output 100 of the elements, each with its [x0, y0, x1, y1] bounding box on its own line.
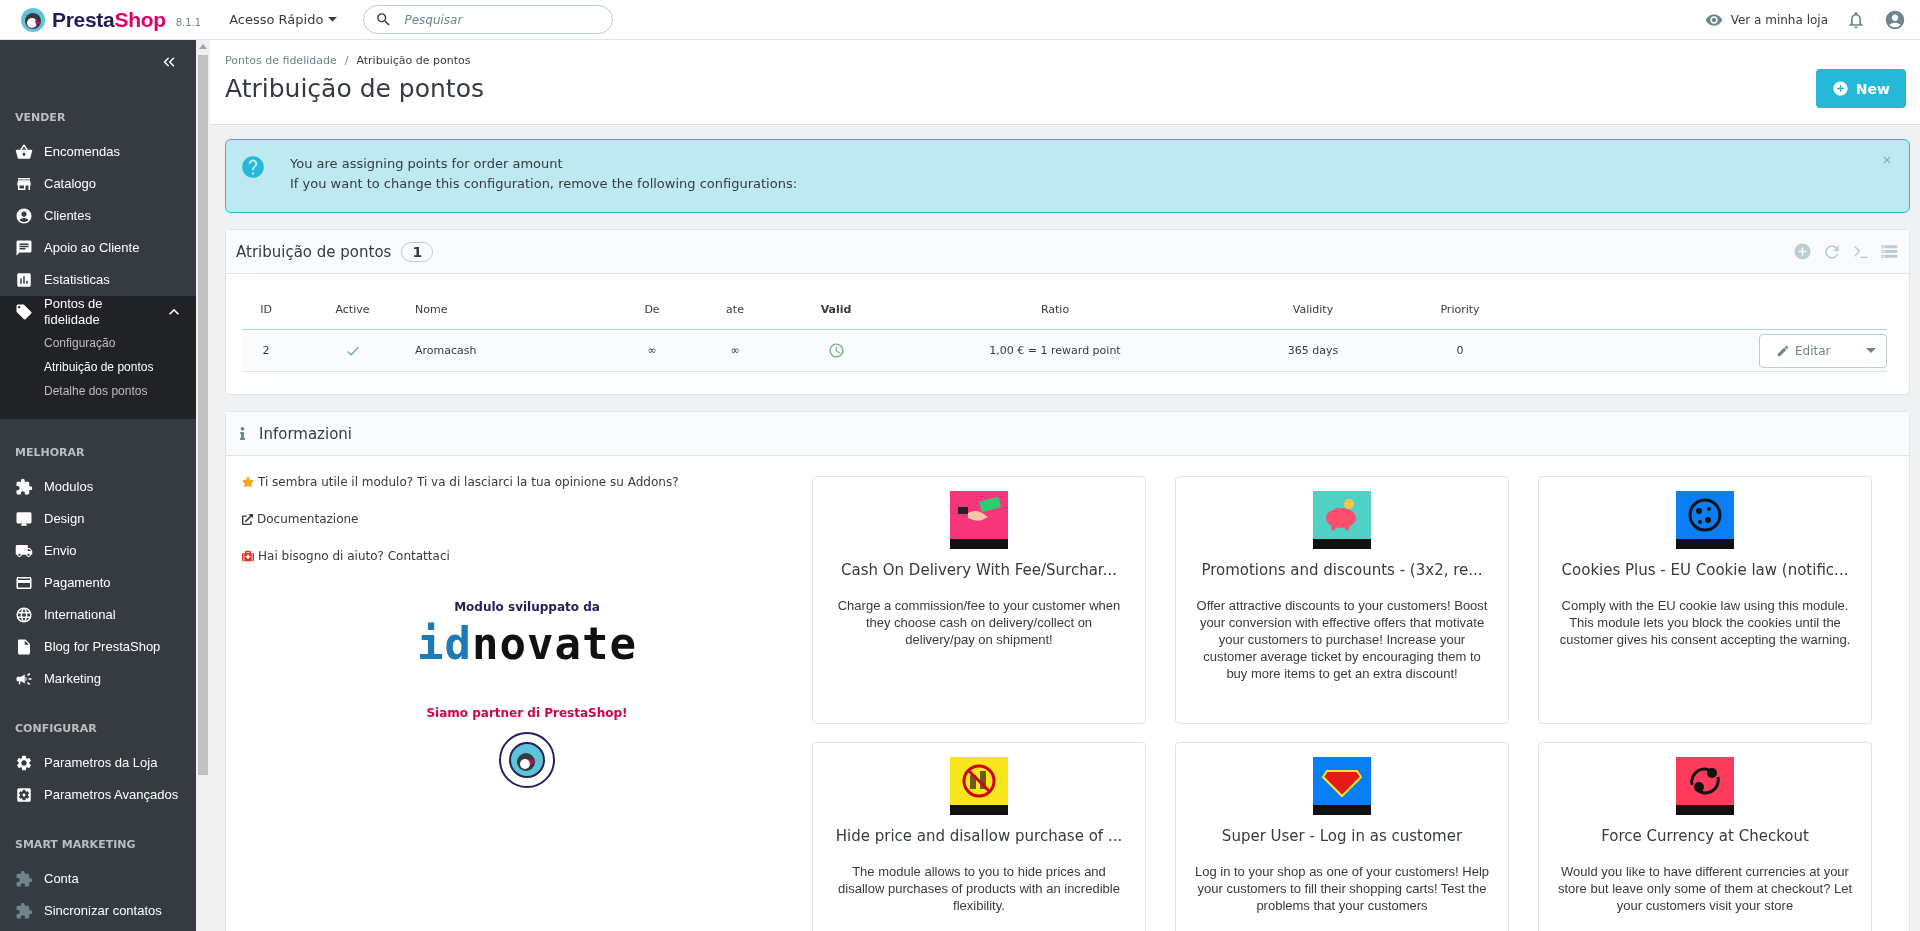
no-coins-icon: [950, 757, 1008, 815]
column-header: Ratio: [1039, 303, 1071, 316]
sidebar-item[interactable]: Modulos: [0, 471, 196, 503]
sidebar-item[interactable]: Estatisticas: [0, 264, 196, 296]
hand-cash-icon: [950, 491, 1008, 549]
table-cell-text: ∞: [729, 344, 741, 357]
section-title: CONFIGURAR: [14, 721, 98, 737]
sidebar-item[interactable]: Design: [0, 503, 196, 535]
module-description: The module allows to you to hide prices and disallow purchases of products with an incredible flexibility.: [837, 863, 1121, 914]
edit-button[interactable]: Editar: [1759, 333, 1887, 368]
sidebar-item[interactable]: Pagamento: [0, 567, 196, 599]
puzzle-icon: [15, 478, 33, 496]
settings-icon: [15, 786, 33, 804]
close-button[interactable]: [1881, 154, 1893, 166]
version-label: 8.1.1: [175, 16, 202, 28]
star-icon: [242, 476, 254, 488]
module-card[interactable]: Cookies Plus - EU Cookie law (notific... Comply with the EU cookie law using this module. This module lets you block the cookies until the customer gives his consent accepting the warning.: [1538, 476, 1872, 724]
page-title: Atribuição de pontos: [225, 74, 485, 103]
caret-icon: [328, 17, 338, 22]
sidebar-item[interactable]: Clientes: [0, 200, 196, 232]
shield-icon: [1313, 757, 1371, 815]
column-header: Priority: [1439, 303, 1481, 316]
sidebar-item[interactable]: Catalogo: [0, 168, 196, 200]
cookie-icon: [1676, 491, 1734, 549]
caret-icon: [1866, 348, 1876, 353]
submenu-item[interactable]: Atribuição de pontos: [0, 355, 196, 379]
breadcrumb-link[interactable]: Atribuição de pontos: [356, 53, 471, 67]
monitor-icon: [15, 510, 33, 528]
document-icon: [15, 638, 33, 656]
scroll-up-icon[interactable]: [199, 44, 207, 49]
medkit-icon: [242, 550, 254, 562]
globe-icon: [15, 606, 33, 624]
section-title: VENDER: [14, 110, 67, 126]
megaphone-icon: [15, 670, 33, 688]
module-card[interactable]: [1175, 476, 1509, 724]
sidebar-item[interactable]: Parametros Avançados: [0, 779, 196, 811]
piggy-bank-icon: [1313, 491, 1371, 549]
breadcrumb-link[interactable]: Pontos de fidelidade: [225, 53, 337, 67]
module-card[interactable]: Super User - Log in as customer Log in to your shop as one of your customers! Help your customers to fill their shopping carts! Test the problems that your customers: [1175, 742, 1509, 931]
sidebar-item[interactable]: Marketing: [0, 663, 196, 695]
chat-icon: [15, 239, 33, 257]
notifications-icon[interactable]: [1846, 9, 1866, 30]
account-icon[interactable]: [1884, 8, 1906, 31]
module-title: Cookies Plus - EU Cookie law (notific...: [1561, 561, 1849, 579]
pencil-icon: [1776, 343, 1790, 358]
info-link[interactable]: Hai bisogno di aiuto? Contattaci: [242, 546, 812, 566]
module-description: Log in to your shop as one of your customers! Help your customers to fill their shopping carts! Test the problems that your customers: [1194, 863, 1490, 914]
section-title: SMART MARKETING: [14, 837, 137, 853]
sidebar-item[interactable]: Conta: [0, 863, 196, 895]
module-title: Cash On Delivery With Fee/Surchar...: [841, 561, 1117, 579]
column-header: ID: [259, 303, 273, 316]
puffin-icon: [20, 6, 46, 33]
settings-icon: [15, 754, 33, 772]
submenu-item[interactable]: Detalhe dos pontos: [0, 379, 196, 403]
sidebar-item[interactable]: Encomendas: [0, 136, 196, 168]
module-title: Promotions and discounts - (3x2, re...: [1201, 561, 1483, 579]
section-title: MELHORAR: [14, 445, 86, 461]
submenu-item[interactable]: Configuração: [0, 331, 196, 355]
developer-caption: Modulo sviluppato da: [454, 600, 600, 614]
partner-badge-icon: [499, 732, 555, 788]
quick-access-menu[interactable]: Acesso Rápido: [229, 12, 338, 27]
breadcrumb-separator: /: [344, 53, 349, 67]
credit-card-icon: [15, 574, 33, 592]
table-cell-text: 365 days: [1286, 344, 1340, 357]
module-card[interactable]: Hide price and disallow purchase of ... The module allows to you to hide prices and disallow purchases of products with an incredible flexibility.: [812, 742, 1146, 931]
alert-text: If you want to change this configuration, remove the following configurations:: [290, 175, 799, 193]
currency-exchange-icon: [1676, 757, 1734, 815]
sidebar-item[interactable]: International: [0, 599, 196, 631]
external-link-icon: [242, 513, 253, 525]
sidebar-item[interactable]: Envio: [0, 535, 196, 567]
help-icon: [240, 154, 266, 180]
module-title: Super User - Log in as customer: [1221, 827, 1463, 845]
user-icon: [15, 207, 33, 225]
view-store-link[interactable]: Ver a minha loja: [1704, 10, 1828, 29]
partner-caption: Siamo partner di PrestaShop!: [426, 706, 628, 720]
module-description: Offer attractive discounts to your customers! Boost your conversion with effective offers that motivate your customers to purchase! Increase your customer average ticket by encouraging them to buy more items to get an extra discount!: [1195, 597, 1489, 682]
close-icon: [1881, 154, 1893, 166]
sidebar-item[interactable]: Parametros da Loja: [0, 747, 196, 779]
sidebar-item[interactable]: Pontos de fidelidade: [0, 296, 196, 328]
add-icon: [1793, 242, 1812, 261]
sidebar-item[interactable]: Apoio ao Cliente: [0, 232, 196, 264]
info-link[interactable]: Ti sembra utile il modulo? Ti va di lasciarci la tua opinione su Addons?: [242, 472, 812, 492]
module-card[interactable]: Force Currency at Checkout Would you like to have different currencies at your store but leave only some of them at checkout? Let your customers visit your store: [1538, 742, 1872, 931]
module-description: Comply with the EU cookie law using this module. This module lets you block the cookies until the customer gives his consent accepting the warning.: [1558, 597, 1852, 648]
table-cell-text: 1,00 € = 1 reward point: [988, 344, 1122, 357]
scrollbar-thumb[interactable]: [198, 55, 208, 775]
sidebar-item[interactable]: Blog for PrestaShop: [0, 631, 196, 663]
column-header: Active: [334, 303, 371, 316]
sidebar-item[interactable]: Sincronizar contatos: [0, 895, 196, 927]
prestashop-logo[interactable]: PrestaShop: [20, 6, 166, 33]
search-field[interactable]: Pesquisar: [363, 5, 614, 34]
truck-icon: [15, 542, 33, 560]
column-header: Validity: [1291, 303, 1335, 316]
table-cell-text: Aromacash: [415, 344, 478, 357]
table-cell-text: ∞: [646, 344, 658, 357]
info-link[interactable]: Documentazione: [242, 509, 812, 529]
module-title: Hide price and disallow purchase of ...: [835, 827, 1123, 845]
alert-text: You are assigning points for order amount: [290, 155, 564, 173]
add-button[interactable]: [1793, 242, 1812, 261]
module-card[interactable]: Cash On Delivery With Fee/Surchar... Charge a commission/fee to your customer when they choose cash on delivery/collect on delivery/pay on shipment!: [812, 476, 1146, 724]
